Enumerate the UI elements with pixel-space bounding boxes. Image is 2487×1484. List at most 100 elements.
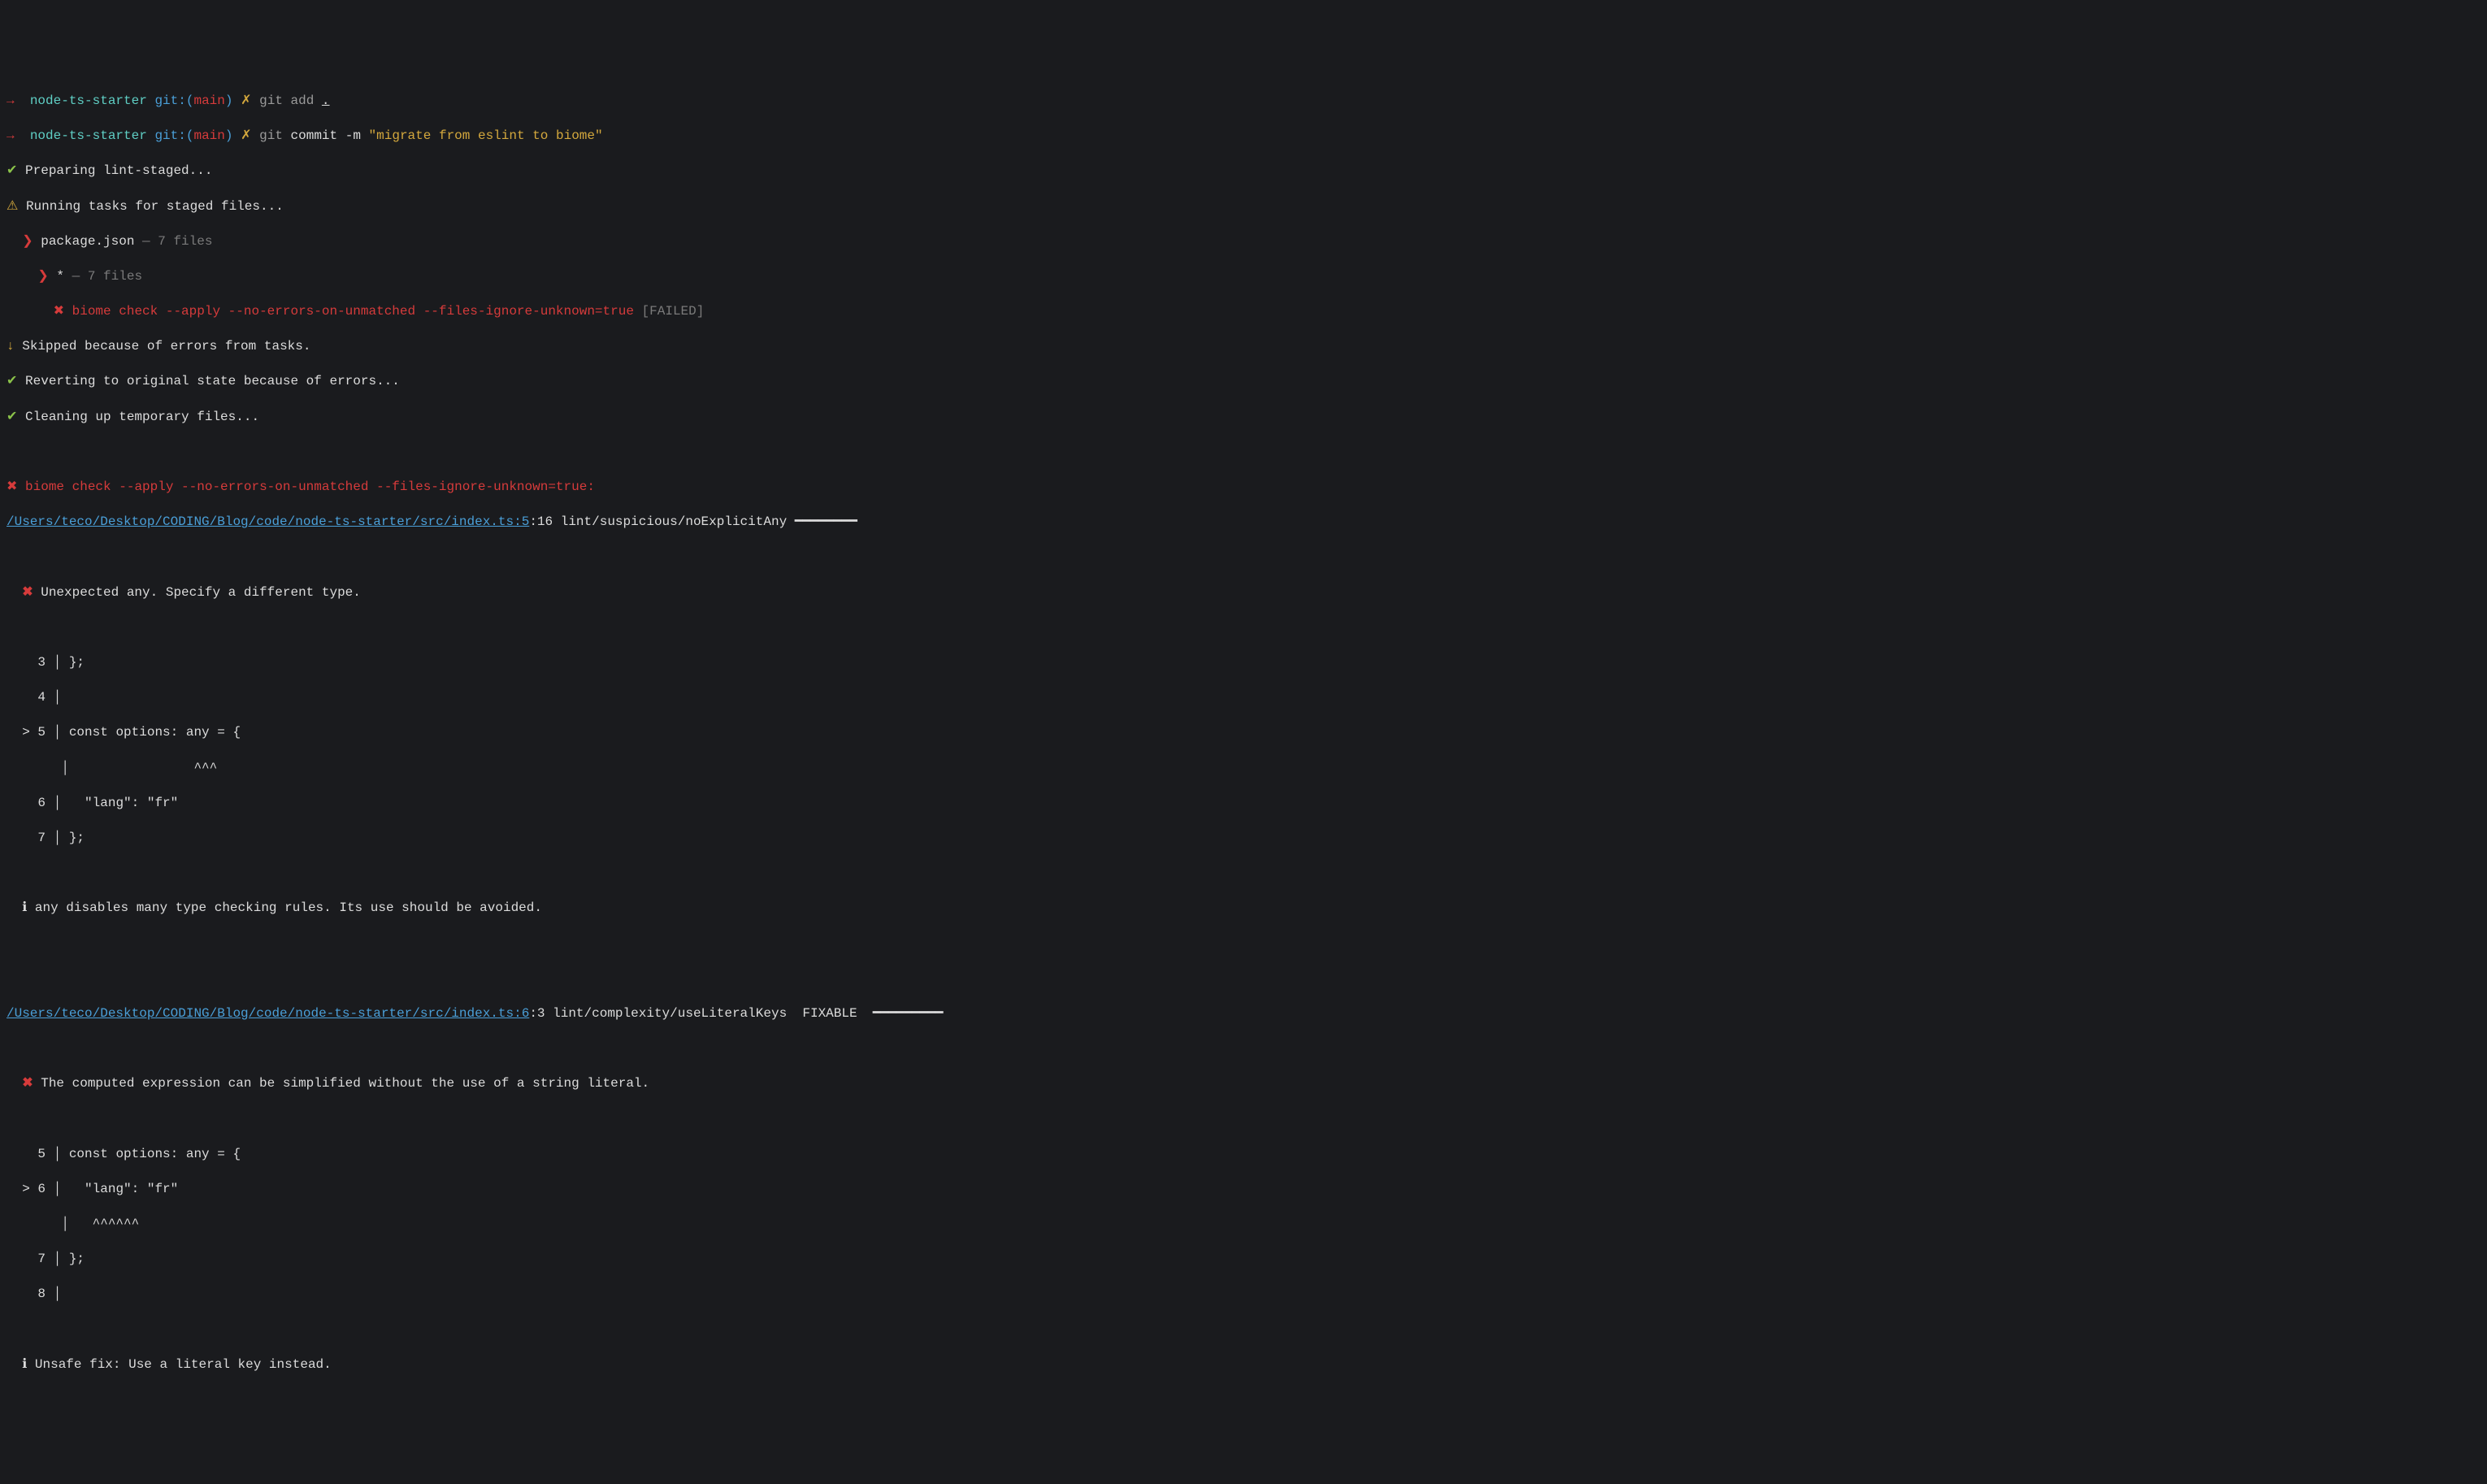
rule-divider: ━━━━━━━━━: [873, 1006, 944, 1021]
x-icon: ✖: [22, 1076, 33, 1091]
issue2-info: ℹ Unsafe fix: Use a literal key instead.: [7, 1356, 2480, 1374]
issue2-location: /Users/teco/Desktop/CODING/Blog/code/nod…: [7, 1005, 2480, 1023]
gutter-pipe: │: [46, 725, 69, 740]
code: const options: any = {: [69, 1147, 241, 1161]
code: };: [69, 1252, 85, 1266]
loc-rule: :3 lint/complexity/useLiteralKeys FIXABL…: [529, 1006, 872, 1021]
step-running: ⚠ Running tasks for staged files...: [7, 198, 2480, 216]
pointer: >: [7, 725, 37, 740]
gutter-pipe: │: [46, 1147, 69, 1161]
dash: —: [134, 234, 158, 249]
issue1-location: /Users/teco/Desktop/CODING/Blog/code/nod…: [7, 514, 2480, 532]
code-line-5-caret: │ ^^^: [7, 760, 2480, 778]
prompt-arrow: →: [7, 128, 15, 143]
caret-marker: ^^^: [76, 761, 217, 775]
git-branch: main: [193, 93, 224, 108]
rule-divider: ━━━━━━━━: [795, 514, 857, 529]
blank-line: [7, 549, 2480, 566]
dash: —: [64, 269, 88, 284]
file-link[interactable]: /Users/teco/Desktop/CODING/Blog/code/nod…: [7, 1006, 529, 1021]
code-line-5: > 5 │ const options: any = {: [7, 724, 2480, 742]
gutter-pipe: │: [46, 796, 69, 810]
prompt-dir: node-ts-starter: [30, 128, 147, 143]
prompt-line-1: → node-ts-starter git:(main) ✗ git add .: [7, 93, 2480, 111]
gutter-pipe: │: [46, 1287, 69, 1301]
issue2-message: ✖ The computed expression can be simplif…: [7, 1075, 2480, 1093]
git-close: ): [225, 93, 233, 108]
chevron-icon: ❯: [37, 269, 48, 284]
prompt-dir: node-ts-starter: [30, 93, 147, 108]
file-name: package.json: [41, 234, 134, 249]
line-number: 5: [7, 1147, 46, 1161]
info-text: any disables many type checking rules. I…: [27, 900, 542, 915]
cmd-git: git: [259, 128, 283, 143]
code-line-7: 7 │ };: [7, 830, 2480, 848]
error-message: Unexpected any. Specify a different type…: [33, 585, 361, 600]
blank-line: [7, 1321, 2480, 1339]
error-cmd: biome check --apply --no-errors-on-unmat…: [25, 479, 595, 494]
line-number: 6: [7, 796, 46, 810]
step-text: Skipped because of errors from tasks.: [15, 339, 311, 354]
check-icon: ✔: [7, 374, 17, 388]
code-line-6b-caret: │ ^^^^^^: [7, 1216, 2480, 1234]
line-number: 5: [37, 725, 46, 740]
prompt-line-2: → node-ts-starter git:(main) ✗ git commi…: [7, 128, 2480, 145]
spacer: [7, 761, 54, 775]
code-line-3: 3 │ };: [7, 654, 2480, 672]
step-biome-failed: ✖ biome check --apply --no-errors-on-unm…: [7, 303, 2480, 321]
line-number: 7: [7, 1252, 46, 1266]
dirty-marker: ✗: [241, 93, 251, 108]
line-number: 6: [37, 1182, 46, 1196]
step-package: ❯ package.json — 7 files: [7, 233, 2480, 251]
step-preparing: ✔ Preparing lint-staged...: [7, 163, 2480, 180]
line-number: 7: [7, 831, 46, 845]
issue1-message: ✖ Unexpected any. Specify a different ty…: [7, 584, 2480, 602]
code: };: [69, 831, 85, 845]
gutter-pipe: │: [54, 761, 77, 775]
code-line-6b: > 6 │ "lang": "fr": [7, 1181, 2480, 1199]
cmd-git: git add: [259, 93, 322, 108]
step-text: Cleaning up temporary files...: [17, 410, 259, 424]
gutter-pipe: │: [46, 690, 69, 705]
code-line-7b: 7 │ };: [7, 1251, 2480, 1269]
git-label: git:(: [154, 128, 193, 143]
info-text: Unsafe fix: Use a literal key instead.: [27, 1357, 331, 1372]
x-icon: ✖: [22, 585, 33, 600]
blank-line: [7, 865, 2480, 883]
chevron-icon: ❯: [22, 234, 33, 249]
line-number: 8: [7, 1287, 46, 1301]
step-cleaning: ✔ Cleaning up temporary files...: [7, 409, 2480, 427]
glob-pattern: *: [56, 269, 64, 284]
gutter-pipe: │: [46, 831, 69, 845]
x-icon: ✖: [54, 304, 64, 319]
gutter-pipe: │: [54, 1217, 77, 1231]
gutter-pipe: │: [46, 1182, 69, 1196]
commit-msg: "migrate from eslint to biome": [369, 128, 603, 143]
prompt-arrow: →: [7, 93, 15, 108]
error-message: The computed expression can be simplifie…: [33, 1076, 650, 1091]
blank-line: [7, 619, 2480, 637]
file-count: 7 files: [88, 269, 142, 284]
blank-line: [7, 970, 2480, 988]
down-arrow-icon: ↓: [7, 339, 15, 354]
terminal-output[interactable]: → node-ts-starter git:(main) ✗ git add .…: [7, 75, 2480, 1391]
x-icon: ✖: [7, 479, 17, 494]
failed-status: [FAILED]: [642, 304, 705, 319]
code: const options: any = {: [69, 725, 241, 740]
gutter-pipe: │: [46, 655, 69, 670]
warn-icon: ⚠: [7, 199, 18, 214]
error-header: ✖ biome check --apply --no-errors-on-unm…: [7, 479, 2480, 497]
line-number: 3: [7, 655, 46, 670]
pointer: >: [7, 1182, 37, 1196]
git-label: git:(: [154, 93, 193, 108]
dirty-marker: ✗: [241, 128, 251, 143]
code: };: [69, 655, 85, 670]
blank-line: [7, 1040, 2480, 1058]
git-close: ): [225, 128, 233, 143]
file-link[interactable]: /Users/teco/Desktop/CODING/Blog/code/nod…: [7, 514, 529, 529]
caret-marker: ^^^^^^: [76, 1217, 139, 1231]
blank-line: [7, 935, 2480, 952]
blank-line: [7, 444, 2480, 462]
code-line-6: 6 │ "lang": "fr": [7, 795, 2480, 813]
git-branch: main: [193, 128, 224, 143]
